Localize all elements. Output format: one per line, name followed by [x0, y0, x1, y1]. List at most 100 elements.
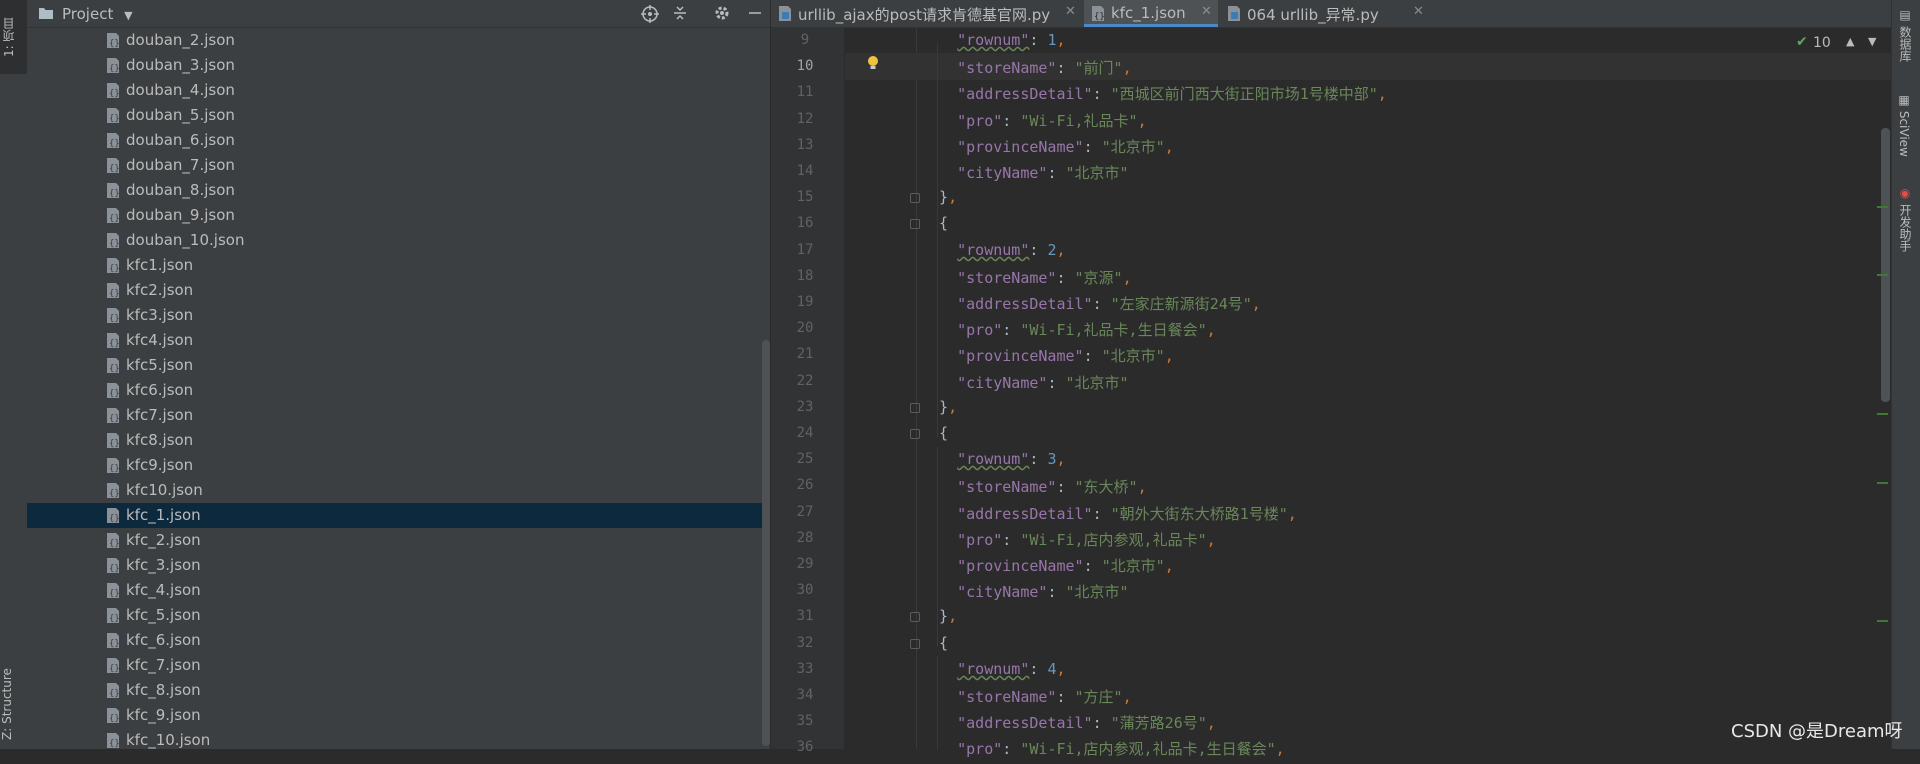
gear-icon[interactable]: [714, 5, 730, 21]
file-name: kfc10.json: [126, 481, 203, 499]
project-tool-tab-label: 1: 项目: [2, 17, 16, 57]
json-file-icon: {}: [105, 657, 121, 674]
chevron-up-icon[interactable]: ▲: [1846, 35, 1854, 48]
line-number: 30: [796, 582, 814, 598]
fold-marker[interactable]: [910, 612, 920, 622]
file-name: kfc4.json: [126, 331, 194, 349]
database-tool-tab[interactable]: ▤ 数据库: [1897, 8, 1914, 62]
file-tree-item[interactable]: {} kfc_9.json: [27, 703, 770, 728]
indent-guide: [937, 43, 938, 243]
tab-064-urllib-exception[interactable]: 064 urllib_异常.py ✕: [1220, 0, 1430, 27]
file-tree-item[interactable]: {} douban_10.json: [27, 228, 770, 253]
tab-label: kfc_1.json: [1111, 4, 1186, 22]
json-file-icon: {}: [105, 182, 121, 199]
code-line: "cityName": "北京市": [957, 374, 1129, 392]
json-file-icon: {}: [105, 432, 121, 449]
svg-text:{}: {}: [109, 589, 120, 599]
close-icon[interactable]: ✕: [1065, 4, 1076, 19]
svg-text:{}: {}: [109, 539, 120, 549]
tree-scrollbar[interactable]: [762, 340, 770, 746]
code-line: },: [921, 188, 958, 206]
file-name: douban_8.json: [126, 181, 235, 199]
file-name: kfc_6.json: [126, 631, 201, 649]
file-tree-item[interactable]: {} kfc8.json: [27, 428, 770, 453]
file-tree-item[interactable]: {} douban_6.json: [27, 128, 770, 153]
file-tree-item[interactable]: {} kfc9.json: [27, 453, 770, 478]
file-tree-item[interactable]: {} kfc_5.json: [27, 603, 770, 628]
close-icon[interactable]: ✕: [1201, 4, 1212, 19]
chevron-down-icon: ▼: [124, 9, 133, 22]
fold-marker[interactable]: [910, 193, 920, 203]
code-line: {: [921, 634, 949, 652]
file-tree-item[interactable]: {} douban_4.json: [27, 78, 770, 103]
file-tree-item[interactable]: {} kfc_3.json: [27, 553, 770, 578]
json-file-icon: {}: [105, 382, 121, 399]
tab-kfc-1-json[interactable]: {} kfc_1.json ✕: [1084, 0, 1218, 27]
collapse-all-icon[interactable]: [672, 5, 688, 21]
project-view-dropdown[interactable]: Project ▼: [62, 5, 133, 23]
python-file-icon: [1226, 5, 1242, 22]
line-number: 13: [796, 137, 814, 153]
file-tree-item[interactable]: {} kfc10.json: [27, 478, 770, 503]
file-tree-item[interactable]: {} kfc_2.json: [27, 528, 770, 553]
chevron-down-icon[interactable]: ▼: [1868, 35, 1876, 48]
file-tree-item[interactable]: {} douban_8.json: [27, 178, 770, 203]
file-tree-item[interactable]: {} douban_7.json: [27, 153, 770, 178]
file-name: douban_2.json: [126, 31, 235, 49]
file-tree-item[interactable]: {} douban_2.json: [27, 28, 770, 53]
json-file-icon: {}: [105, 607, 121, 624]
file-tree-item[interactable]: {} kfc_10.json: [27, 728, 770, 753]
fold-gutter: [844, 28, 920, 749]
editor-scrollbar[interactable]: [1881, 128, 1890, 402]
file-tree-item[interactable]: {} kfc3.json: [27, 303, 770, 328]
file-tree-item[interactable]: {} kfc_8.json: [27, 678, 770, 703]
file-name: kfc_9.json: [126, 706, 201, 724]
code-line: "storeName": "方庄",: [957, 688, 1132, 706]
fold-marker[interactable]: [910, 639, 920, 649]
code-line: "addressDetail": "西城区前门西大街正阳市场1号楼中部",: [957, 85, 1387, 103]
project-tool-tab[interactable]: 1: 项目: [0, 0, 27, 74]
file-tree-item[interactable]: {} douban_3.json: [27, 53, 770, 78]
svg-text:{}: {}: [109, 139, 120, 149]
locate-icon[interactable]: [641, 5, 659, 23]
line-number: 24: [796, 425, 814, 441]
file-tree-item[interactable]: {} douban_9.json: [27, 203, 770, 228]
project-panel: Project ▼ {} douban_2.json {} douban_3.json…: [27, 0, 770, 749]
file-tree-item[interactable]: {} kfc2.json: [27, 278, 770, 303]
file-tree-item[interactable]: {} douban_5.json: [27, 103, 770, 128]
structure-tool-tab[interactable]: Z: Structure: [0, 660, 27, 748]
file-tree-item[interactable]: {} kfc_7.json: [27, 653, 770, 678]
file-tree-item[interactable]: {} kfc_4.json: [27, 578, 770, 603]
helper-tool-tab[interactable]: ◉ 开发助手: [1897, 186, 1914, 252]
stripe-marker: [1877, 620, 1888, 622]
minimize-icon[interactable]: [747, 5, 763, 21]
line-number: 16: [796, 215, 814, 231]
line-number: 33: [796, 661, 814, 677]
fold-marker[interactable]: [910, 219, 920, 229]
inspection-widget[interactable]: ✔ 10 ▲ ▼: [1794, 34, 1884, 54]
inspection-count: 10: [1813, 35, 1831, 51]
json-file-icon: {}: [105, 232, 121, 249]
file-tree-item[interactable]: {} kfc1.json: [27, 253, 770, 278]
file-name: douban_5.json: [126, 106, 235, 124]
file-tree-item[interactable]: {} kfc5.json: [27, 353, 770, 378]
file-tree-item[interactable]: {} kfc4.json: [27, 328, 770, 353]
code-line: "addressDetail": "左家庄新源街24号",: [957, 295, 1261, 313]
line-number: 34: [796, 687, 814, 703]
file-tree-item[interactable]: {} kfc7.json: [27, 403, 770, 428]
lightbulb-icon[interactable]: [866, 55, 880, 71]
fold-marker[interactable]: [910, 429, 920, 439]
file-name: kfc_5.json: [126, 606, 201, 624]
file-tree-item[interactable]: {} kfc6.json: [27, 378, 770, 403]
file-name: kfc3.json: [126, 306, 194, 324]
sciview-tool-tab[interactable]: ▦ SciView: [1897, 93, 1911, 157]
tab-urllib-ajax-post[interactable]: urllib_ajax的post请求肯德基官网.py ✕: [771, 0, 1082, 27]
file-tree-item[interactable]: {} kfc_1.json: [27, 503, 770, 528]
fold-marker[interactable]: [910, 403, 920, 413]
close-icon[interactable]: ✕: [1413, 4, 1424, 19]
svg-text:{}: {}: [109, 339, 120, 349]
file-tree-item[interactable]: {} kfc_6.json: [27, 628, 770, 653]
file-name: kfc_3.json: [126, 556, 201, 574]
tab-label: 064 urllib_异常.py: [1247, 6, 1379, 24]
line-number: 31: [796, 608, 814, 624]
